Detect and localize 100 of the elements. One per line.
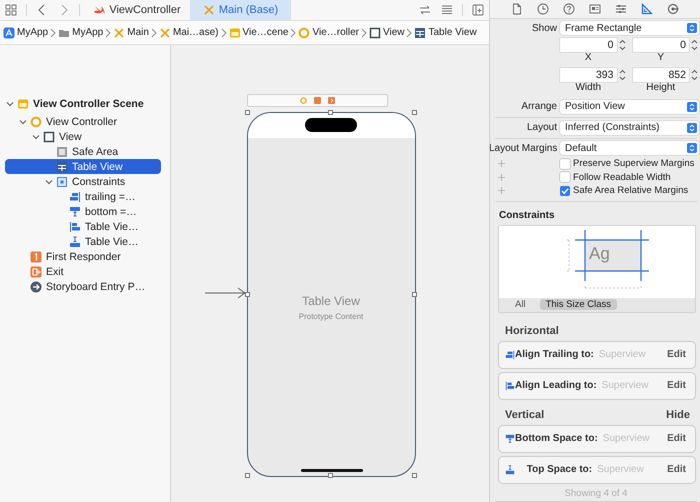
chevron-icon <box>290 28 296 38</box>
outline-item[interactable]: View Controller <box>5 114 161 129</box>
outline-item[interactable]: First Responder <box>5 249 161 264</box>
lines-icon[interactable] <box>441 4 453 16</box>
resize-handle[interactable] <box>244 473 250 478</box>
ring-icon <box>30 116 42 128</box>
exit-icon[interactable] <box>328 97 335 104</box>
resize-handle[interactable] <box>328 473 333 478</box>
resize-handle[interactable] <box>412 473 416 478</box>
popup-button[interactable]: Default <box>560 141 699 156</box>
outline-item[interactable]: Table View <box>5 159 161 174</box>
resize-handle[interactable] <box>244 110 250 115</box>
outline-item[interactable]: Storyboard Entry P… <box>5 279 161 294</box>
checkbox[interactable] <box>560 172 570 182</box>
group-title: Horizontal <box>505 324 559 337</box>
connections-icon[interactable] <box>667 3 679 15</box>
outline-item[interactable]: Exit <box>5 264 161 279</box>
breadcrumb-item[interactable]: Vie…roller <box>298 26 359 38</box>
breadcrumb-item[interactable]: Mai…ase) <box>158 26 219 38</box>
grid-icon[interactable] <box>5 4 17 16</box>
number-field[interactable]: 393 <box>560 68 616 82</box>
constraint-target: Superview <box>602 433 650 444</box>
editor-tab[interactable]: Main (Base) <box>190 0 291 20</box>
section-title: Constraints <box>499 210 556 221</box>
outline-item[interactable]: Safe Area <box>5 144 161 159</box>
constraint-row[interactable]: Align Trailing to: Superview Edit <box>498 340 696 369</box>
add-editor-icon[interactable] <box>472 4 484 16</box>
chevron-icon <box>150 28 157 38</box>
checkbox-label: Preserve Superview Margins <box>573 158 694 170</box>
editor-tab[interactable]: ViewController <box>84 0 190 20</box>
hide-link[interactable]: Hide <box>666 408 690 421</box>
outline-item[interactable]: View <box>5 129 161 144</box>
help-icon[interactable] <box>563 3 575 15</box>
checkbox[interactable] <box>560 158 570 169</box>
constraint-row[interactable]: Bottom Space to: Superview Edit <box>498 424 696 453</box>
field-label: Show <box>530 22 557 34</box>
breadcrumb-item[interactable]: MyApp <box>58 26 104 38</box>
breadcrumb-item[interactable]: MyApp <box>3 26 48 38</box>
field-label: Height <box>645 82 676 95</box>
square-icon <box>368 26 381 38</box>
constraint-label: Align Trailing to: <box>515 349 594 360</box>
constraint-icon <box>69 220 81 232</box>
outline-item[interactable]: bottom =… <box>5 204 161 219</box>
popup-button[interactable]: Inferred (Constraints) <box>560 120 699 134</box>
swap-icon[interactable] <box>419 4 431 16</box>
resize-handle[interactable] <box>412 110 416 115</box>
outline-item[interactable]: View Controller Scene <box>5 96 161 111</box>
breadcrumb-item[interactable]: Vie…cene <box>228 26 288 38</box>
number-field[interactable]: 0 <box>632 38 689 52</box>
resize-handle[interactable] <box>412 292 416 296</box>
stepper-icon[interactable] <box>690 68 699 82</box>
constraint-row[interactable]: Align Leading to: Superview Edit <box>498 372 696 400</box>
resize-handle[interactable] <box>328 110 333 115</box>
constraint-icon <box>69 190 81 202</box>
chevron-icon <box>50 28 56 38</box>
resize-handle[interactable] <box>244 292 250 296</box>
filter-tab[interactable]: All <box>509 299 532 310</box>
cross-icon <box>202 4 215 16</box>
outline-item[interactable]: trailing =… <box>5 189 161 204</box>
constraint-count: Showing 4 of 4 <box>495 488 697 502</box>
stepper-icon[interactable] <box>690 38 699 52</box>
cross-icon <box>158 26 171 38</box>
ruler-icon[interactable] <box>641 3 653 15</box>
constraint-icon <box>505 380 515 391</box>
number-field[interactable]: 852 <box>632 68 689 82</box>
edit-button[interactable]: Edit <box>667 433 686 444</box>
constraint-row[interactable]: Top Space to: Superview Edit <box>498 456 696 484</box>
table-view-subtitle: Prototype Content <box>298 312 364 321</box>
outline-item[interactable]: Table Vie… <box>5 219 161 234</box>
notch <box>305 118 357 132</box>
breadcrumb-item[interactable]: View <box>368 26 404 38</box>
app-icon <box>3 26 15 38</box>
preview-text: Ag <box>589 244 610 264</box>
stepper-icon[interactable] <box>618 38 626 52</box>
outline-item[interactable]: Constraints <box>5 174 161 189</box>
number-field[interactable]: 0 <box>560 38 616 52</box>
sliders-icon[interactable] <box>615 3 627 15</box>
popup-button[interactable]: Frame Rectangle <box>560 21 699 35</box>
edit-button[interactable]: Edit <box>667 349 686 360</box>
outline-item[interactable]: Table Vie… <box>5 234 161 249</box>
edit-button[interactable]: Edit <box>667 464 686 476</box>
clock-icon[interactable] <box>537 3 549 15</box>
edit-button[interactable]: Edit <box>667 380 686 392</box>
scene-icon <box>17 98 29 110</box>
ring-icon <box>298 26 310 38</box>
constraint-label: Bottom Space to: <box>515 433 598 444</box>
home-indicator <box>300 469 362 472</box>
file-icon[interactable] <box>511 3 523 15</box>
group-title: Vertical <box>505 408 544 421</box>
breadcrumb-item[interactable]: Main <box>113 26 149 38</box>
table-icon <box>414 26 426 38</box>
popup-button[interactable]: Position View <box>560 100 699 114</box>
field-label: Layout Margins <box>490 142 557 154</box>
checkbox[interactable] <box>560 186 570 196</box>
filter-tab[interactable]: This Size Class <box>540 299 618 310</box>
id-card-icon[interactable] <box>589 3 601 15</box>
field-label: Width <box>574 82 602 95</box>
breadcrumb-item[interactable]: Table View <box>414 26 477 38</box>
exit-icon <box>30 266 42 278</box>
stepper-icon[interactable] <box>618 68 626 82</box>
